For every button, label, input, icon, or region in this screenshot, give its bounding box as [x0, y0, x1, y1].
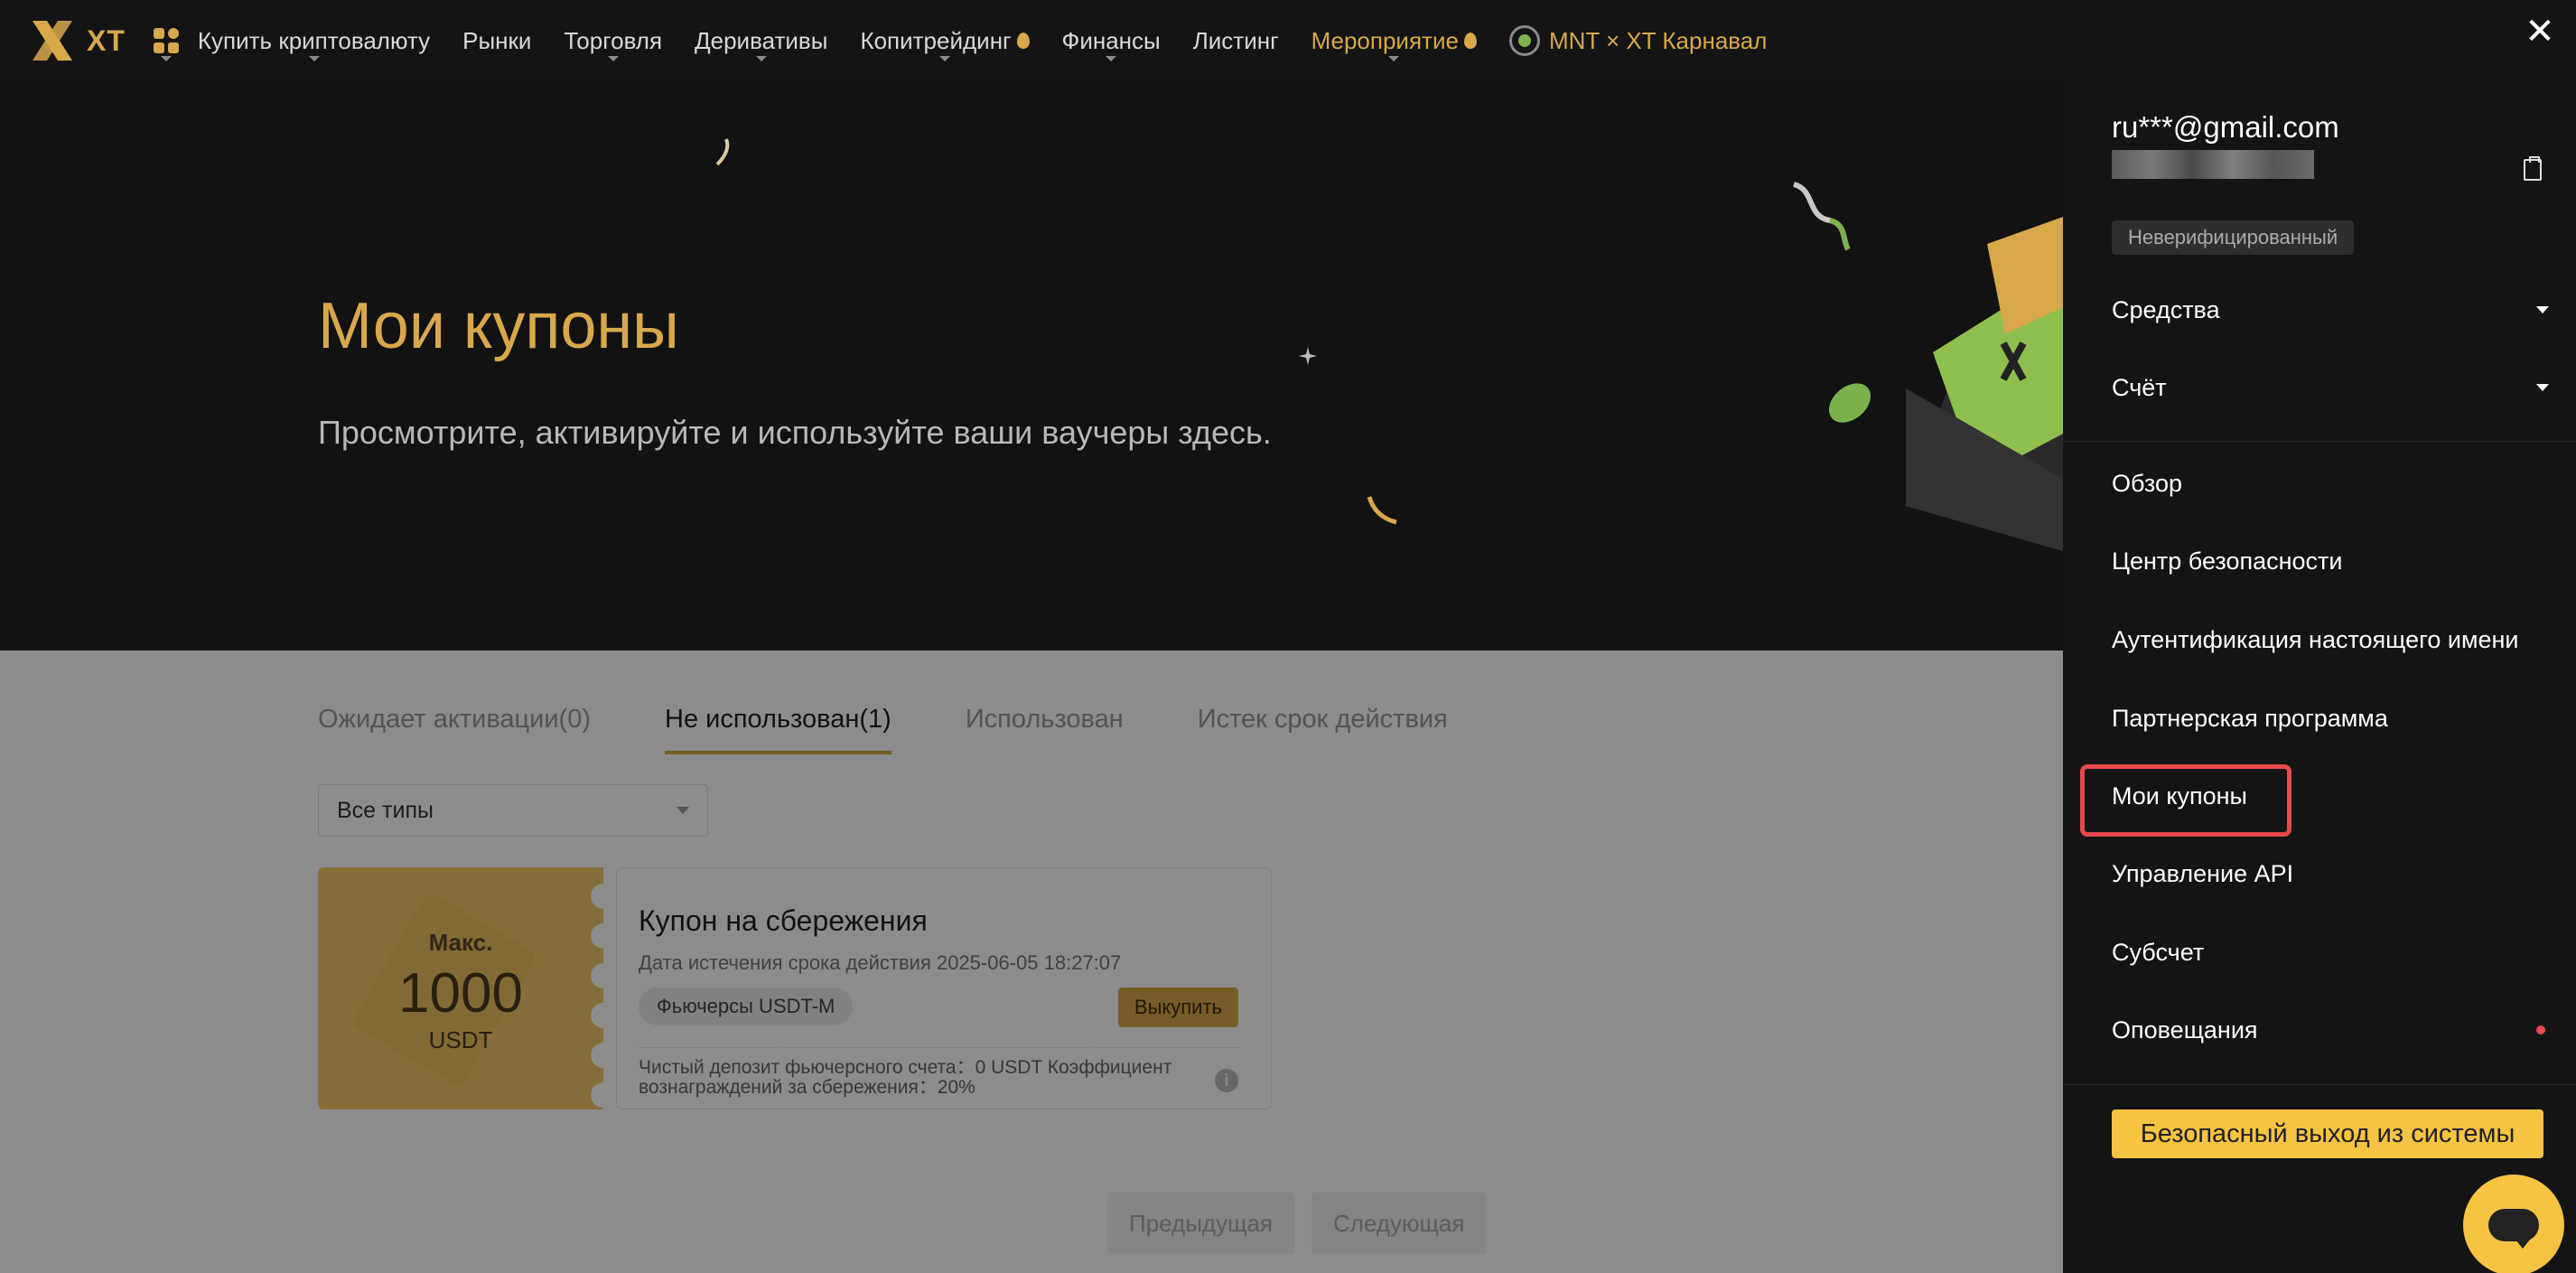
nav-mnt-carnival[interactable]: MNT × XT Карнавал — [1508, 0, 1768, 81]
chevron-down-icon — [1106, 56, 1117, 61]
sparkle-decoration — [1299, 347, 1317, 365]
drawer-item-affiliate-program[interactable]: Партнерская программа — [2112, 696, 2549, 741]
chevron-down-icon — [938, 56, 950, 61]
xt-logo-icon — [33, 21, 72, 61]
confetti-decoration — [715, 138, 730, 166]
nav-item-label: Купить криптовалюту — [197, 26, 431, 54]
apps-grid-icon[interactable] — [151, 0, 182, 81]
drawer-row-label: Обзор — [2112, 469, 2182, 497]
drawer-row-label: Счёт — [2112, 373, 2167, 401]
drawer-row-label: Субсчет — [2112, 938, 2205, 966]
drawer-item-identity-verification[interactable]: Аутентификация настоящего имени — [2112, 617, 2549, 662]
streamer-decoration — [1792, 182, 1851, 251]
nav-item-label: Рынки — [462, 26, 532, 54]
highlight-annotation — [2080, 764, 2291, 837]
chevron-down-icon — [2536, 384, 2549, 391]
nav-events[interactable]: Мероприятие — [1311, 0, 1477, 81]
nav-item-label: Копитрейдинг — [860, 26, 1012, 54]
drawer-item-overview[interactable]: Обзор — [2112, 461, 2549, 506]
drawer-item-api-management[interactable]: Управление API — [2112, 851, 2549, 896]
logo-text: XT — [87, 23, 126, 57]
nav-item-label: MNT × XT Карнавал — [1548, 26, 1768, 54]
chevron-down-icon — [1388, 56, 1400, 61]
drawer-row-label: Оповещания — [2112, 1016, 2258, 1044]
nav-finance[interactable]: Финансы — [1062, 0, 1161, 81]
page-subtitle: Просмотрите, активируйте и используйте в… — [318, 414, 1272, 451]
drawer-row-label: Партнерская программа — [2112, 704, 2388, 732]
drawer-assets-dropdown[interactable]: Средства — [2112, 287, 2549, 332]
chevron-down-icon — [160, 56, 172, 61]
modal-backdrop[interactable] — [0, 651, 2063, 1273]
drawer-row-label: Центр безопасности — [2112, 547, 2343, 575]
nav-buy-crypto[interactable]: Купить криптовалюту — [198, 0, 430, 81]
nav-item-label: Деривативы — [695, 26, 828, 54]
account-drawer: ✕ ru***@gmail.com Неверифицированный Сре… — [2063, 0, 2576, 1273]
drawer-row-label: Управление API — [2112, 859, 2294, 887]
close-icon[interactable]: ✕ — [2524, 14, 2556, 50]
nav-copy-trading[interactable]: Копитрейдинг — [860, 0, 1030, 81]
chat-icon[interactable] — [2463, 1175, 2564, 1273]
drawer-item-notifications[interactable]: Оповещания — [2112, 1007, 2549, 1053]
chevron-down-icon — [607, 56, 619, 61]
xt-logo[interactable]: XT — [27, 0, 126, 81]
nav-item-label: Мероприятие — [1311, 26, 1459, 54]
page-title: Мои купоны — [318, 290, 679, 362]
drawer-item-security-center[interactable]: Центр безопасности — [2112, 538, 2549, 584]
drawer-item-sub-account[interactable]: Субсчет — [2112, 930, 2549, 975]
mnt-coin-icon — [1508, 25, 1540, 56]
user-email: ru***@gmail.com — [2112, 110, 2339, 144]
drawer-row-label: Средства — [2112, 295, 2220, 323]
verification-status-badge: Неверифицированный — [2112, 220, 2355, 255]
copy-icon[interactable] — [2524, 156, 2542, 181]
nav-item-label: Листинг — [1192, 26, 1279, 54]
nav-item-label: Торговля — [564, 26, 663, 54]
nav-trade[interactable]: Торговля — [564, 0, 662, 81]
coin-decoration — [1828, 383, 1871, 423]
chevron-down-icon — [755, 56, 767, 61]
nav-listing[interactable]: Листинг — [1193, 0, 1279, 81]
logout-button[interactable]: Безопасный выход из системы — [2112, 1109, 2543, 1158]
user-id-redacted — [2112, 150, 2314, 179]
envelope-illustration — [1906, 217, 2063, 551]
nav-item-label: Финансы — [1061, 26, 1161, 54]
drawer-account-dropdown[interactable]: Счёт — [2112, 365, 2549, 410]
notification-dot — [2536, 1025, 2545, 1034]
confetti-decoration — [1367, 496, 1397, 525]
chevron-down-icon — [2536, 306, 2549, 314]
fire-icon — [1016, 33, 1030, 49]
chevron-down-icon — [308, 56, 320, 61]
drawer-row-label: Аутентификация настоящего имени — [2112, 625, 2519, 653]
drawer-divider — [2063, 441, 2576, 442]
drawer-divider — [2063, 1084, 2576, 1085]
nav-derivatives[interactable]: Деривативы — [695, 0, 827, 81]
fire-icon — [1463, 33, 1477, 49]
nav-markets[interactable]: Рынки — [462, 0, 531, 81]
